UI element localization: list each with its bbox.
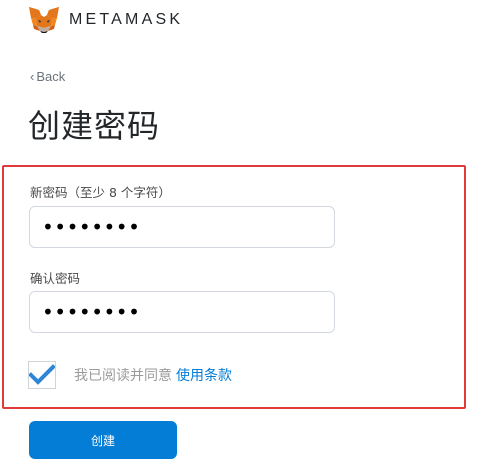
confirm-password-input[interactable]: ••••••••	[29, 291, 335, 333]
back-label: Back	[36, 69, 66, 84]
new-password-label: 新密码（至少 8 个字符）	[30, 185, 171, 200]
terms-checkbox[interactable]	[28, 361, 56, 389]
confirm-password-label: 确认密码	[30, 271, 81, 286]
new-password-input[interactable]: ••••••••	[29, 206, 335, 248]
back-link[interactable]: ‹ Back	[30, 69, 65, 84]
terms-text: 我已阅读并同意	[74, 368, 172, 384]
terms-of-use-link[interactable]: 使用条款	[176, 365, 232, 385]
brand-wordmark: METAMASK	[69, 11, 184, 28]
page-title: 创建密码	[28, 107, 161, 145]
chevron-left-icon: ‹	[30, 69, 35, 84]
metamask-fox-icon	[29, 7, 59, 33]
terms-row: 我已阅读并同意 使用条款	[28, 361, 232, 389]
create-button[interactable]: 创建	[29, 421, 177, 459]
metamask-logo: METAMASK	[28, 6, 183, 34]
checkmark-icon	[29, 364, 55, 385]
